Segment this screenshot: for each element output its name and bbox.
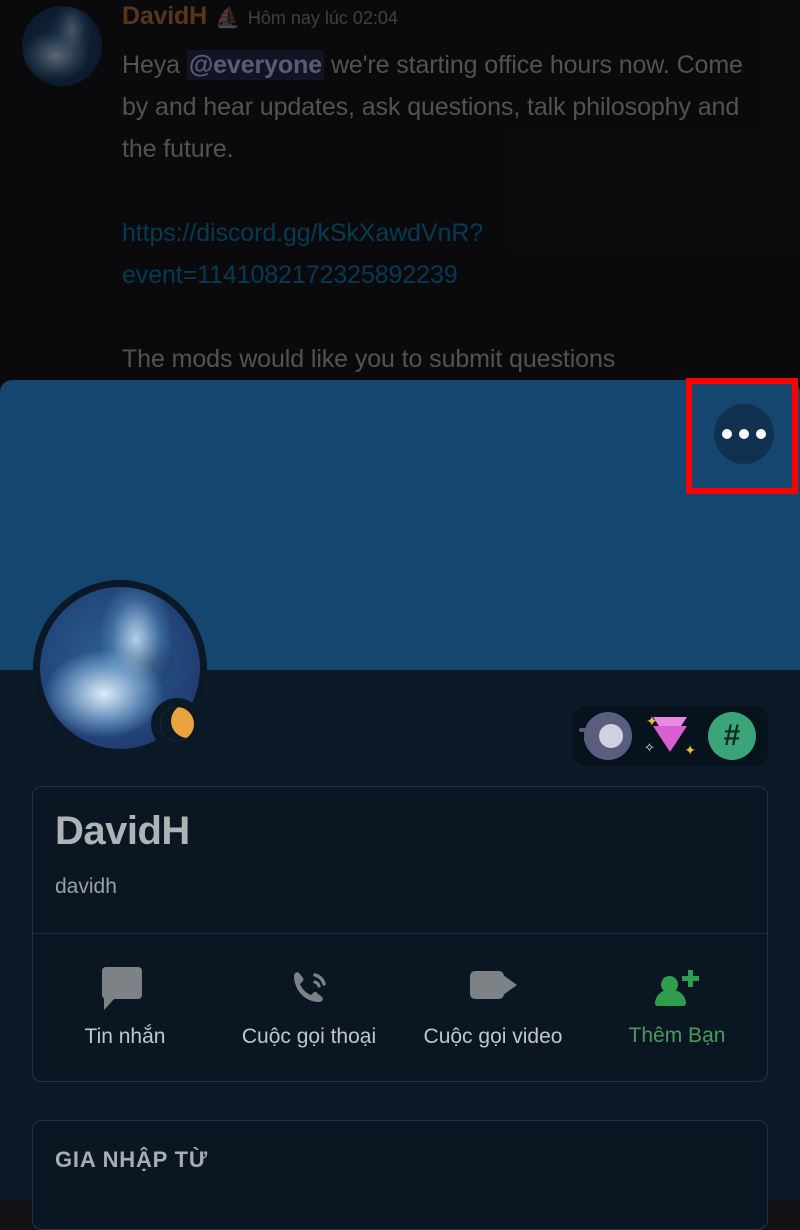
ellipsis-dot-1 — [722, 429, 732, 439]
chat-backdrop: DavidH ⛵ Hôm nay lúc 02:04 Heya @everyon… — [0, 0, 800, 392]
profile-display-name: DavidH — [55, 809, 190, 853]
video-camera-icon — [470, 967, 517, 1009]
gem-sparkle-2: ✦ — [684, 742, 696, 758]
profile-action-row: Tin nhắn Cuộc gọi thoại Cuộc gọi video T… — [33, 934, 769, 1082]
profile-info-card: DavidH davidh Tin nhắn Cuộc gọi thoại Cu… — [32, 786, 769, 1082]
idle-moon-icon — [151, 698, 203, 750]
action-add-friend-label: Thêm Bạn — [628, 1024, 726, 1047]
phone-call-svg — [294, 972, 326, 1002]
more-options-button[interactable] — [714, 404, 774, 464]
message-invite-link[interactable]: https://discord.gg/kSkXawdVnR?event=1141… — [122, 212, 772, 296]
meteor-tail-2 — [584, 738, 594, 742]
message-body: Heya @everyone we're starting office hou… — [122, 44, 772, 380]
meteor-badge[interactable] — [579, 712, 632, 760]
action-video-call-label: Cuộc gọi video — [423, 1025, 563, 1048]
message-text-line3: The mods would like you to submit questi… — [122, 345, 616, 373]
hashtag-badge[interactable]: # — [708, 712, 756, 760]
profile-avatar-wrapper[interactable] — [33, 580, 207, 756]
chat-bubble-icon — [102, 967, 148, 1010]
profile-username: davidh — [55, 875, 117, 898]
phone-call-icon — [286, 967, 332, 1009]
ellipsis-dot-3 — [756, 429, 766, 439]
meteor-tail-1 — [579, 728, 595, 732]
meteor-core — [599, 724, 623, 748]
message-header: DavidH ⛵ Hôm nay lúc 02:04 — [122, 2, 398, 31]
person-add-icon — [655, 968, 699, 1008]
action-add-friend[interactable]: Thêm Bạn — [585, 968, 769, 1048]
action-voice-call-label: Cuộc gọi thoại — [241, 1025, 377, 1048]
gem-sparkle-3: ✧ — [644, 740, 655, 755]
joined-date-card: GIA NHẬP TỪ — [32, 1120, 768, 1230]
action-video-call[interactable]: Cuộc gọi video — [401, 967, 585, 1049]
sailboat-icon: ⛵ — [214, 7, 240, 29]
action-message-label: Tin nhắn — [84, 1025, 166, 1048]
action-voice-call[interactable]: Cuộc gọi thoại — [217, 967, 401, 1049]
message-author-avatar[interactable] — [22, 6, 102, 86]
message-timestamp: Hôm nay lúc 02:04 — [247, 8, 398, 28]
message-author-name[interactable]: DavidH — [122, 2, 207, 31]
profile-badge-row[interactable]: ✦ ✦ ✧ # — [572, 706, 768, 766]
everyone-mention[interactable]: @everyone — [186, 50, 325, 80]
message-text-pre: Heya — [122, 51, 187, 79]
moon-glyph — [160, 707, 194, 741]
joined-date-title: GIA NHẬP TỪ — [55, 1147, 208, 1172]
message-spacer — [122, 170, 772, 212]
gem-shape — [653, 726, 687, 752]
message-spacer-2 — [122, 296, 772, 338]
nitro-gem-badge[interactable]: ✦ ✦ ✧ — [644, 712, 696, 760]
action-message[interactable]: Tin nhắn — [33, 967, 217, 1049]
ellipsis-dot-2 — [739, 429, 749, 439]
